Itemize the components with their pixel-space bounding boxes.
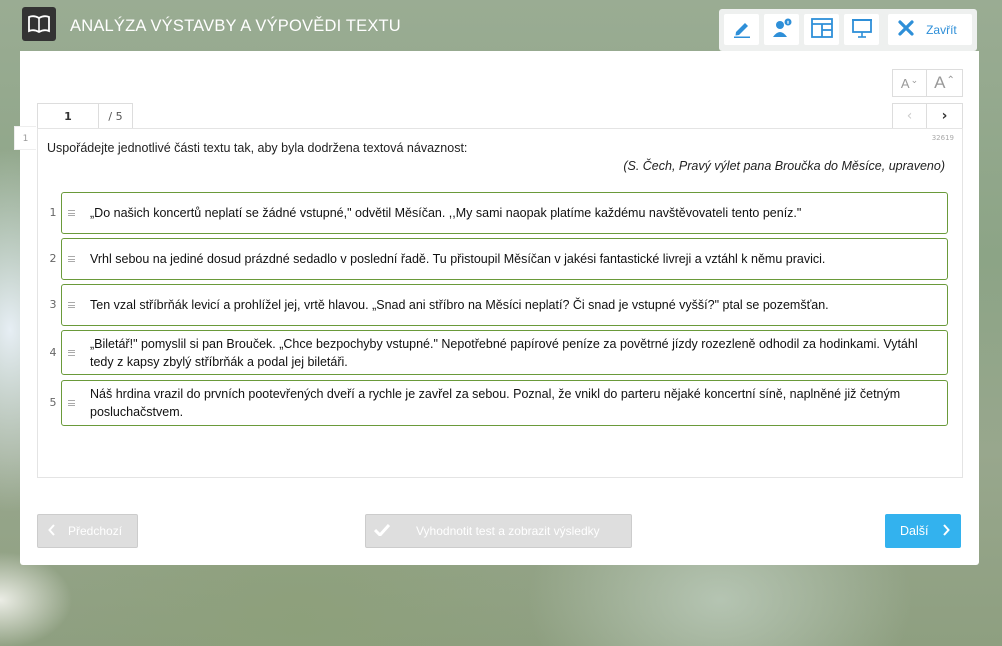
- sortable-item: 2 Vrhl sebou na jediné dosud prázdné sed…: [38, 238, 964, 284]
- test-panel: A ⌄ A ⌃ 1 / 5 ‹ › 1 32619 Uspořádejte je…: [14, 51, 979, 565]
- drag-handle-icon[interactable]: [68, 302, 75, 308]
- sortable-item-box[interactable]: Vrhl sebou na jediné dosud prázdné sedad…: [61, 238, 948, 280]
- item-text: „Do našich koncertů neplatí se žádné vst…: [90, 206, 802, 220]
- item-text: Náš hrdina vrazil do prvních pootevřenýc…: [90, 387, 901, 419]
- chevron-up-icon: ⌃: [946, 74, 955, 86]
- font-size-controls: A ⌄ A ⌃: [892, 69, 963, 97]
- question-id: 32619: [931, 134, 954, 142]
- text-source: (S. Čech, Pravý výlet pana Broučka do Mě…: [623, 159, 945, 173]
- pencil-button[interactable]: [724, 14, 760, 45]
- evaluate-label: Vyhodnotit test a zobrazit výsledky: [416, 524, 600, 538]
- close-button[interactable]: Zavřít: [888, 14, 972, 45]
- previous-label: Předchozí: [68, 524, 123, 538]
- drag-handle-icon[interactable]: [68, 256, 75, 262]
- item-text: Vrhl sebou na jediné dosud prázdné sedad…: [90, 252, 826, 266]
- pencil-icon: [732, 18, 752, 42]
- question-number-tab: 1: [14, 126, 36, 150]
- font-increase-button[interactable]: A ⌃: [927, 69, 963, 97]
- checkmark-icon: [373, 523, 391, 539]
- item-number: 1: [49, 206, 57, 219]
- question-pager: 1 / 5: [37, 103, 133, 128]
- item-number: 4: [49, 346, 57, 359]
- presentation-icon: [851, 18, 873, 42]
- next-button[interactable]: Další: [885, 514, 961, 548]
- chevron-down-icon: ⌄: [910, 74, 919, 85]
- drag-handle-icon[interactable]: [68, 349, 75, 356]
- presentation-button[interactable]: [844, 14, 880, 45]
- font-decrease-label: A: [900, 75, 910, 91]
- current-question-number[interactable]: 1: [37, 103, 99, 128]
- chevron-left-icon: ‹: [906, 108, 913, 124]
- font-increase-label: A: [934, 73, 946, 92]
- sortable-item-box[interactable]: Ten vzal stříbrňák levicí a prohlížel je…: [61, 284, 948, 326]
- prev-question-button[interactable]: ‹: [892, 103, 927, 128]
- user-info-icon: [771, 18, 793, 42]
- toolbar: Zavřít: [719, 9, 977, 51]
- sortable-list: 1 „Do našich koncertů neplatí se žádné v…: [38, 192, 964, 430]
- total-questions: / 5: [99, 103, 133, 128]
- item-text: „Biletář!" pomyslil si pan Brouček. „Chc…: [90, 336, 918, 369]
- item-number: 3: [49, 298, 57, 311]
- question-nav-arrows: ‹ ›: [892, 103, 963, 128]
- question-instruction: Uspořádejte jednotlivé části textu tak, …: [47, 141, 468, 155]
- book-icon: [22, 7, 56, 41]
- font-decrease-button[interactable]: A ⌄: [892, 69, 927, 97]
- item-number: 5: [49, 396, 57, 409]
- evaluate-button[interactable]: Vyhodnotit test a zobrazit výsledky: [365, 514, 632, 548]
- chevron-right-icon: [942, 523, 951, 539]
- sortable-item-box[interactable]: „Biletář!" pomyslil si pan Brouček. „Chc…: [61, 330, 948, 375]
- drag-handle-icon[interactable]: [68, 400, 75, 406]
- chevron-left-icon: [48, 523, 56, 539]
- sortable-item: 3 Ten vzal stříbrňák levicí a prohlížel …: [38, 284, 964, 330]
- sortable-item-box[interactable]: Náš hrdina vrazil do prvních pootevřenýc…: [61, 380, 948, 426]
- item-number: 2: [49, 252, 57, 265]
- user-info-button[interactable]: [764, 14, 800, 45]
- top-bar: ANALÝZA VÝSTAVBY A VÝPOVĚDI TEXTU Zavřít: [0, 0, 1002, 51]
- sortable-item: 5 Náš hrdina vrazil do prvních pootevřen…: [38, 380, 964, 430]
- next-question-button[interactable]: ›: [927, 103, 963, 128]
- sortable-item: 4 „Biletář!" pomyslil si pan Brouček. „C…: [38, 330, 964, 380]
- chevron-right-icon: ›: [941, 108, 948, 124]
- layout-button[interactable]: [804, 14, 840, 45]
- next-label: Další: [900, 524, 929, 538]
- previous-button[interactable]: Předchozí: [37, 514, 138, 548]
- app-title: ANALÝZA VÝSTAVBY A VÝPOVĚDI TEXTU: [70, 17, 401, 35]
- sortable-item-box[interactable]: „Do našich koncertů neplatí se žádné vst…: [61, 192, 948, 234]
- layout-icon: [810, 17, 833, 42]
- close-icon: [898, 20, 914, 39]
- close-label: Zavřít: [926, 22, 957, 37]
- drag-handle-icon[interactable]: [68, 210, 75, 216]
- item-text: Ten vzal stříbrňák levicí a prohlížel je…: [90, 298, 829, 312]
- sortable-item: 1 „Do našich koncertů neplatí se žádné v…: [38, 192, 964, 238]
- question-box: 1 32619 Uspořádejte jednotlivé části tex…: [14, 126, 964, 478]
